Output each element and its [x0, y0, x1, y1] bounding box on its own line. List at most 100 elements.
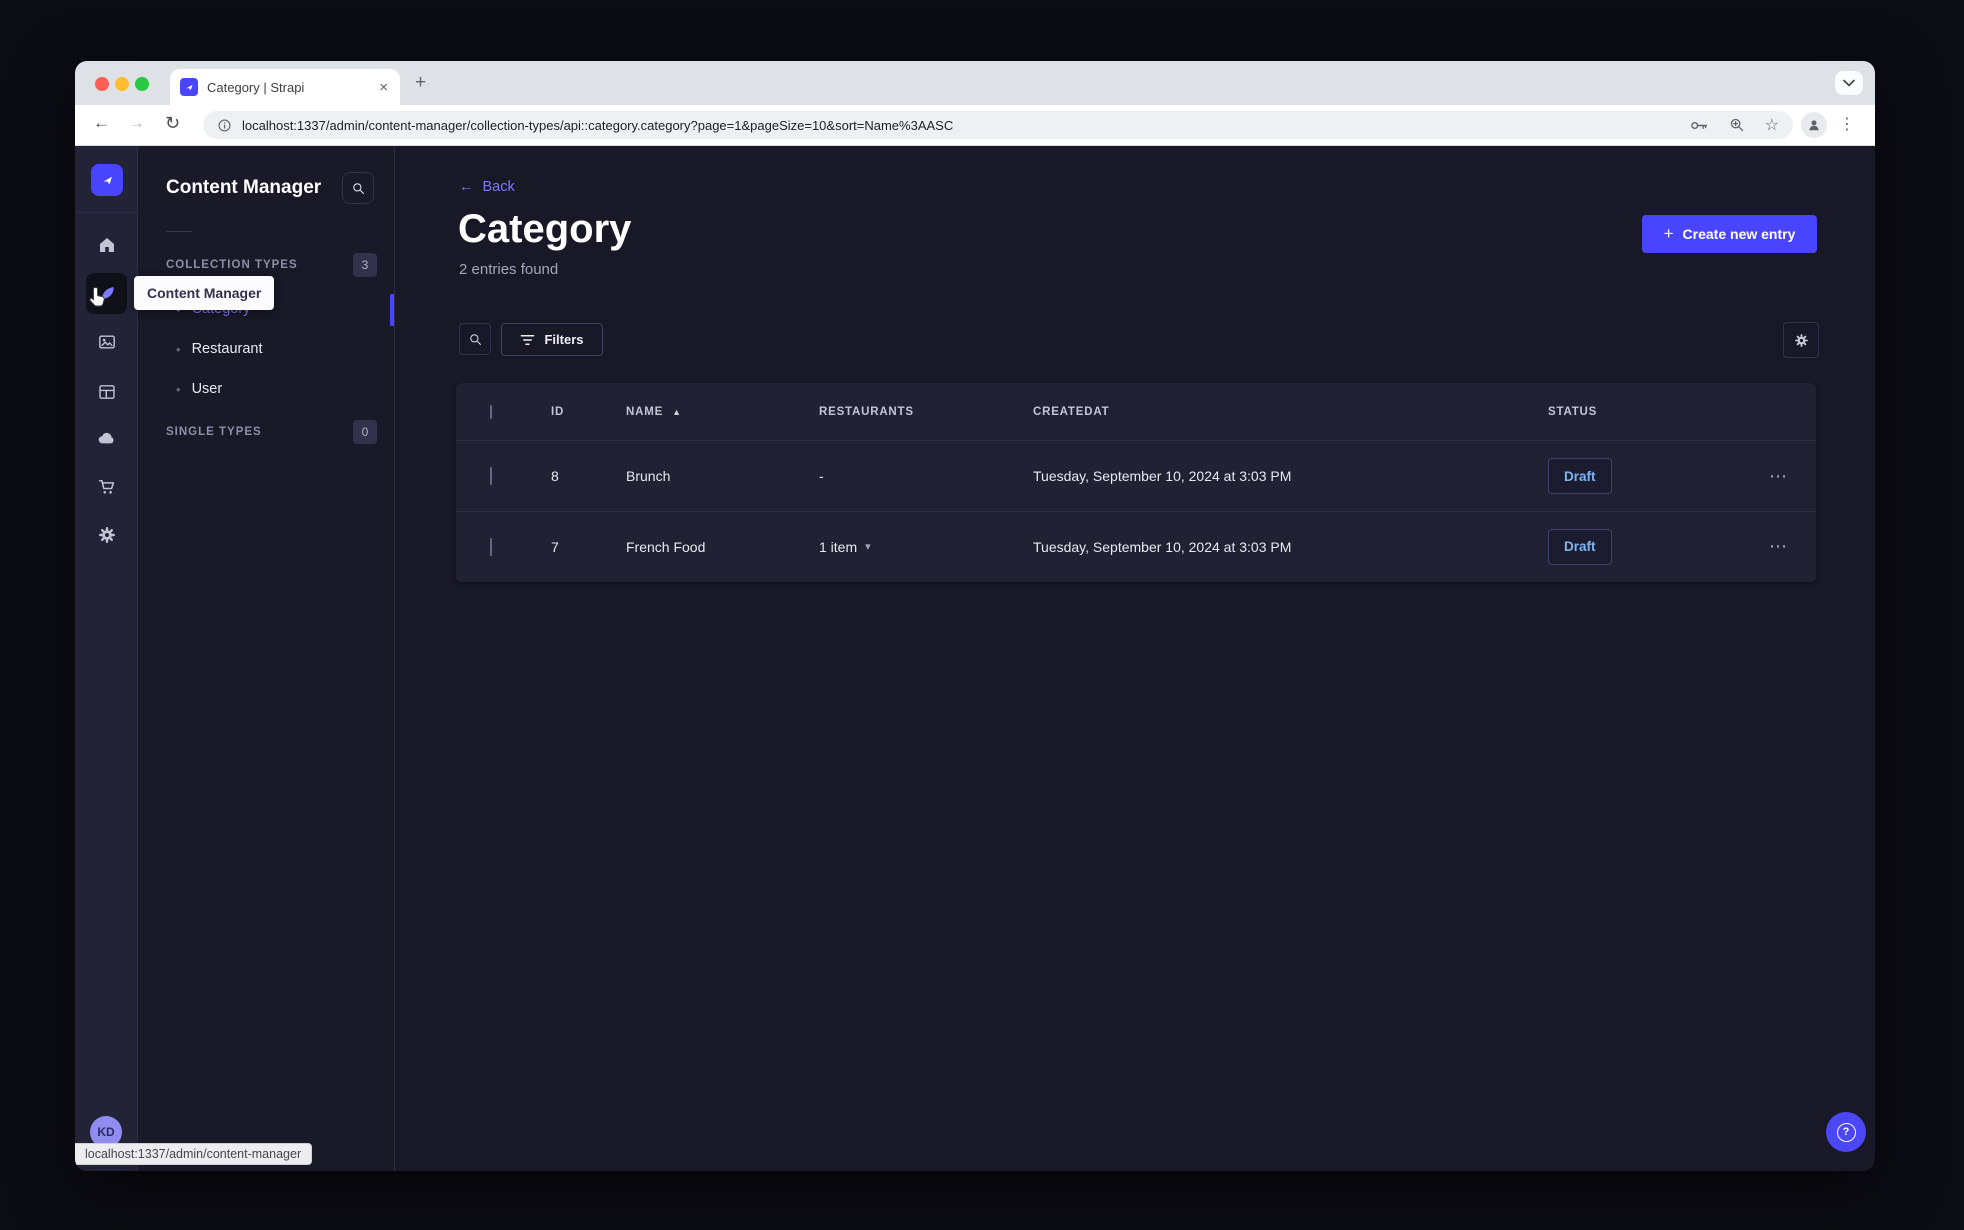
cell-name: French Food: [626, 538, 706, 555]
column-header-status[interactable]: STATUS: [1548, 406, 1741, 418]
search-icon: [469, 333, 481, 345]
sidebar-item-user[interactable]: • User: [139, 369, 394, 409]
back-link[interactable]: ← Back: [459, 179, 515, 195]
nav-content-type-builder-button[interactable]: [86, 371, 127, 412]
subnav-divider: [166, 231, 192, 232]
sidebar-item-label: Restaurant: [191, 341, 263, 357]
question-mark-icon: ?: [1836, 1122, 1856, 1142]
tab-close-icon[interactable]: ×: [377, 79, 390, 96]
browser-forward-button[interactable]: →: [128, 113, 145, 133]
rail-divider: [75, 212, 137, 213]
home-icon: [99, 237, 114, 252]
search-icon: [352, 182, 364, 194]
collection-types-count-badge: 3: [353, 253, 377, 277]
window-maximize-button[interactable]: [135, 77, 149, 91]
chevron-down-icon: [1843, 79, 1855, 87]
password-key-icon[interactable]: [1690, 118, 1709, 133]
row-actions-menu-icon[interactable]: ⋯: [1741, 536, 1816, 557]
address-bar[interactable]: localhost:1337/admin/content-manager/col…: [203, 111, 1793, 139]
tab-strip: Category | Strapi × +: [75, 61, 1875, 105]
cell-createdat: Tuesday, September 10, 2024 at 3:03 PM: [1033, 468, 1292, 484]
new-tab-button[interactable]: +: [415, 71, 426, 95]
gear-icon: [98, 526, 115, 543]
active-item-indicator: [390, 294, 394, 326]
table-row[interactable]: 7 French Food 1 item ▾ Tuesday, Septembe…: [456, 511, 1816, 581]
single-types-label: SINGLE TYPES: [166, 426, 262, 438]
cell-createdat: Tuesday, September 10, 2024 at 3:03 PM: [1033, 538, 1292, 555]
bullet-icon: •: [176, 341, 181, 357]
pointer-cursor-icon: [87, 285, 111, 311]
create-button-label: Create new entry: [1682, 226, 1796, 242]
subnav-title: Content Manager: [166, 177, 322, 198]
browser-toolbar: ← → ↻ localhost:1337/admin/content-manag…: [75, 105, 1875, 146]
tab-search-button[interactable]: [1835, 71, 1863, 95]
cell-id: 7: [551, 538, 559, 555]
back-label: Back: [482, 179, 515, 195]
column-header-createdat[interactable]: CREATEDAT: [1033, 406, 1548, 418]
sidebar-item-restaurant[interactable]: • Restaurant: [139, 329, 394, 369]
status-badge: Draft: [1548, 458, 1612, 494]
browser-profile-icon[interactable]: [1801, 112, 1827, 138]
tab-title: Category | Strapi: [207, 79, 305, 95]
content-type-builder-icon: [98, 384, 115, 399]
nav-settings-button[interactable]: [86, 514, 127, 555]
sidebar-item-label: User: [191, 381, 223, 397]
page-title: Category: [458, 207, 632, 251]
filters-label: Filters: [544, 332, 584, 347]
main-content: ← Back Category 2 entries found + Create…: [396, 146, 1875, 1171]
select-all-checkbox[interactable]: [490, 404, 492, 419]
sort-ascending-icon: ▲: [672, 406, 682, 417]
browser-reload-button[interactable]: ↻: [165, 113, 180, 134]
gear-icon: [1794, 333, 1808, 347]
cloud-icon: [98, 432, 114, 444]
create-new-entry-button[interactable]: + Create new entry: [1642, 215, 1817, 253]
zoom-in-icon[interactable]: [1729, 117, 1745, 133]
browser-back-button[interactable]: ←: [93, 113, 110, 133]
cell-name: Brunch: [626, 468, 671, 484]
column-header-id[interactable]: ID: [551, 406, 626, 418]
table-header-row: ID NAME ▲ RESTAURANTS CREATEDAT STATUS: [456, 383, 1816, 441]
entries-count: 2 entries found: [459, 261, 559, 278]
table-row[interactable]: 8 Brunch - Tuesday, September 10, 2024 a…: [456, 441, 1816, 511]
subnav-search-button[interactable]: [342, 172, 374, 204]
plus-icon: +: [1663, 224, 1674, 243]
filter-icon: [521, 334, 535, 345]
collection-types-label: COLLECTION TYPES: [166, 259, 298, 271]
bookmark-star-icon[interactable]: ☆: [1765, 115, 1779, 135]
back-arrow-icon: ←: [459, 179, 474, 195]
entries-table: ID NAME ▲ RESTAURANTS CREATEDAT STATUS 8…: [456, 383, 1816, 582]
nav-deploy-button[interactable]: [86, 418, 127, 459]
content-manager-tooltip: Content Manager: [134, 276, 275, 310]
nav-media-library-button[interactable]: [86, 321, 127, 362]
filters-button[interactable]: Filters: [501, 323, 603, 356]
status-badge: Draft: [1548, 528, 1612, 565]
column-header-name[interactable]: NAME ▲: [626, 406, 819, 418]
cell-restaurants: -: [819, 468, 824, 484]
cell-restaurants[interactable]: 1 item ▾: [819, 539, 1033, 555]
table-search-button[interactable]: [459, 323, 491, 355]
link-preview-bubble: localhost:1337/admin/content-manager: [75, 1143, 313, 1165]
row-actions-menu-icon[interactable]: ⋯: [1741, 466, 1816, 487]
url-text: localhost:1337/admin/content-manager/col…: [242, 117, 954, 133]
help-button[interactable]: ?: [1826, 1112, 1866, 1152]
chevron-down-icon: ▾: [865, 541, 871, 553]
media-library-icon: [98, 334, 115, 349]
browser-tab[interactable]: Category | Strapi ×: [170, 69, 400, 105]
view-settings-button[interactable]: [1783, 322, 1819, 358]
browser-window: Category | Strapi × + ← → ↻ localhost:13…: [75, 61, 1875, 1171]
browser-menu-icon[interactable]: ⋮: [1839, 114, 1855, 134]
nav-home-button[interactable]: [86, 224, 127, 265]
single-types-count-badge: 0: [353, 420, 377, 444]
cell-id: 8: [551, 468, 559, 484]
window-close-button[interactable]: [95, 77, 109, 91]
column-header-restaurants[interactable]: RESTAURANTS: [819, 406, 1033, 418]
row-checkbox[interactable]: [490, 537, 492, 556]
site-info-icon[interactable]: [217, 118, 232, 133]
bullet-icon: •: [176, 381, 181, 397]
strapi-admin-app: KD Content Manager COLLECTION TYPES 3 • …: [75, 146, 1875, 1171]
row-checkbox[interactable]: [490, 467, 492, 485]
strapi-favicon-icon: [180, 78, 198, 96]
nav-marketplace-button[interactable]: [86, 466, 127, 507]
strapi-logo[interactable]: [91, 164, 123, 196]
window-minimize-button[interactable]: [115, 77, 129, 91]
